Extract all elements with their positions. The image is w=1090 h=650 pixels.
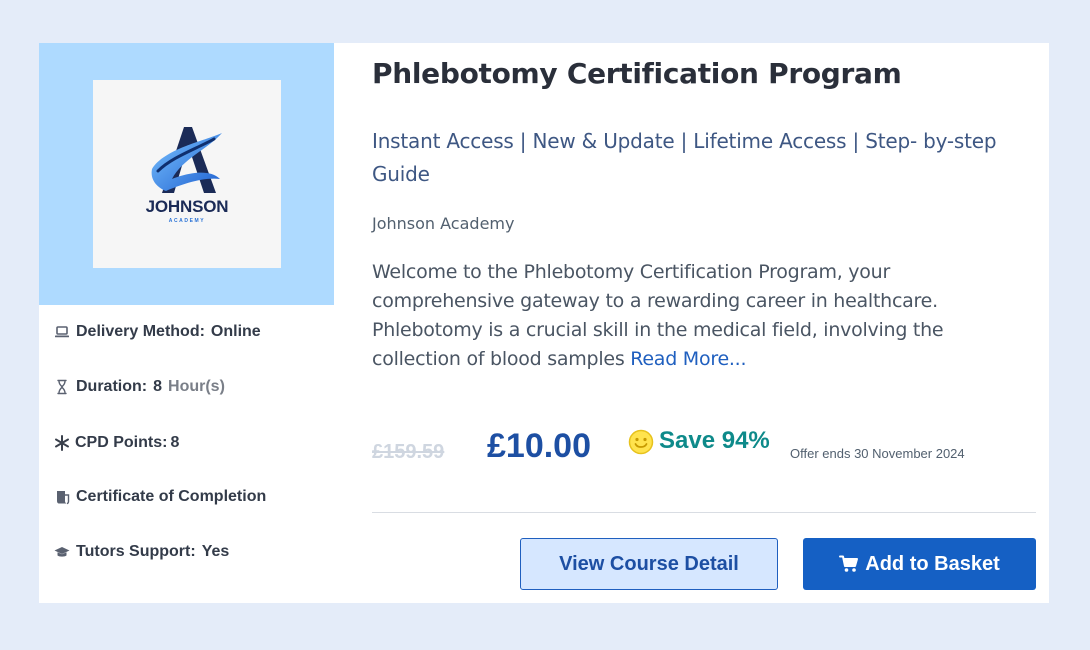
provider-logo[interactable]: JOHNSON ACADEMY [93, 80, 281, 268]
academy-a-logo-icon [151, 126, 222, 193]
logo-subname: ACADEMY [168, 217, 206, 224]
delivery-value: Online [210, 323, 261, 340]
meta-certificate: Certificate of Completion [53, 486, 266, 508]
course-features: Instant Access | New & Update | Lifetime… [372, 129, 997, 186]
tutors-value: Yes [201, 543, 230, 560]
certificate-label: Certificate of Completion [76, 488, 267, 505]
read-more-link[interactable]: Read More... [630, 348, 746, 370]
current-price: £10.00 [487, 427, 591, 465]
course-provider: Johnson Academy [372, 214, 515, 233]
logo-panel: JOHNSON ACADEMY [39, 43, 334, 305]
smiley-icon [628, 429, 654, 455]
cpd-label: CPD Points: [75, 434, 168, 451]
old-price: £159.59 [372, 441, 445, 463]
tutors-label: Tutors Support: [76, 543, 196, 560]
course-sidebar: JOHNSON ACADEMY Delivery Method: Online … [39, 43, 334, 603]
hourglass-icon [53, 378, 71, 396]
add-to-basket-button[interactable]: Add to Basket [803, 538, 1036, 590]
cpd-value: 8 [170, 434, 180, 451]
logo-name: JOHNSON [145, 196, 229, 216]
duration-value: 8 [153, 378, 163, 395]
cart-icon [839, 555, 859, 572]
asterisk-icon [53, 434, 71, 452]
delivery-label: Delivery Method: [76, 323, 205, 340]
add-to-basket-label: Add to Basket [865, 552, 1000, 575]
meta-duration: Duration: 8 Hour(s) [53, 376, 225, 398]
view-course-detail-label: View Course Detail [559, 552, 739, 575]
offer-end-date: Offer ends 30 November 2024 [790, 446, 965, 461]
save-badge: Save 94% [659, 427, 770, 454]
certificate-icon [53, 488, 71, 506]
graduation-cap-icon [53, 543, 71, 561]
course-card: JOHNSON ACADEMY Delivery Method: Online … [39, 43, 1049, 603]
view-course-detail-button[interactable]: View Course Detail [520, 538, 778, 590]
course-description: Welcome to the Phlebotomy Certification … [372, 258, 1032, 374]
meta-tutors: Tutors Support: Yes [53, 541, 229, 563]
course-details: Phlebotomy Certification Program Instant… [372, 43, 1036, 603]
laptop-icon [53, 323, 71, 341]
course-title[interactable]: Phlebotomy Certification Program [372, 57, 902, 90]
divider [372, 512, 1036, 513]
duration-unit: Hour(s) [168, 378, 225, 395]
meta-delivery: Delivery Method: Online [53, 321, 261, 343]
duration-label: Duration: [76, 378, 148, 395]
meta-cpd: CPD Points: 8 [53, 432, 179, 454]
